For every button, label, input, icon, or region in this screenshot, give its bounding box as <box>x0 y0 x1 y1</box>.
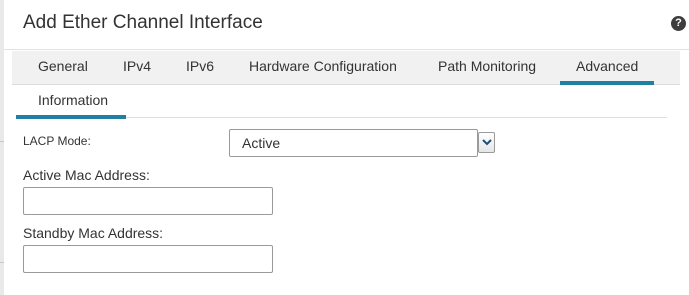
lacp-mode-dropdown-button[interactable] <box>478 132 495 153</box>
subtab-active-indicator <box>16 115 126 119</box>
dialog-title: Add Ether Channel Interface <box>23 12 263 33</box>
edge-tick <box>0 141 4 142</box>
standby-mac-label: Standby Mac Address: <box>23 225 164 241</box>
help-icon[interactable]: ? <box>671 16 686 31</box>
chevron-down-icon <box>482 139 492 146</box>
subtab-row: Information <box>16 86 667 119</box>
subtab-information[interactable]: Information <box>38 92 108 108</box>
dialog-header: Add Ether Channel Interface ? <box>4 0 689 50</box>
tab-advanced[interactable]: Advanced <box>559 51 655 85</box>
active-mac-label: Active Mac Address: <box>23 167 150 183</box>
tab-bar: General IPv4 IPv6 Hardware Configuration… <box>12 51 680 85</box>
tab-path-monitoring[interactable]: Path Monitoring <box>438 51 536 85</box>
edge-tick <box>0 262 4 263</box>
lacp-mode-value: Active <box>242 135 281 151</box>
standby-mac-input[interactable] <box>23 245 273 273</box>
lacp-mode-label: LACP Mode: <box>23 134 91 148</box>
tab-general[interactable]: General <box>38 51 88 85</box>
tab-ipv6[interactable]: IPv6 <box>186 51 214 85</box>
tab-hardware-configuration[interactable]: Hardware Configuration <box>249 51 397 85</box>
add-ether-channel-dialog: Add Ether Channel Interface ? General IP… <box>0 0 689 295</box>
tab-ipv4[interactable]: IPv4 <box>123 51 151 85</box>
active-mac-input[interactable] <box>23 187 273 215</box>
lacp-mode-select[interactable]: Active <box>229 129 478 157</box>
